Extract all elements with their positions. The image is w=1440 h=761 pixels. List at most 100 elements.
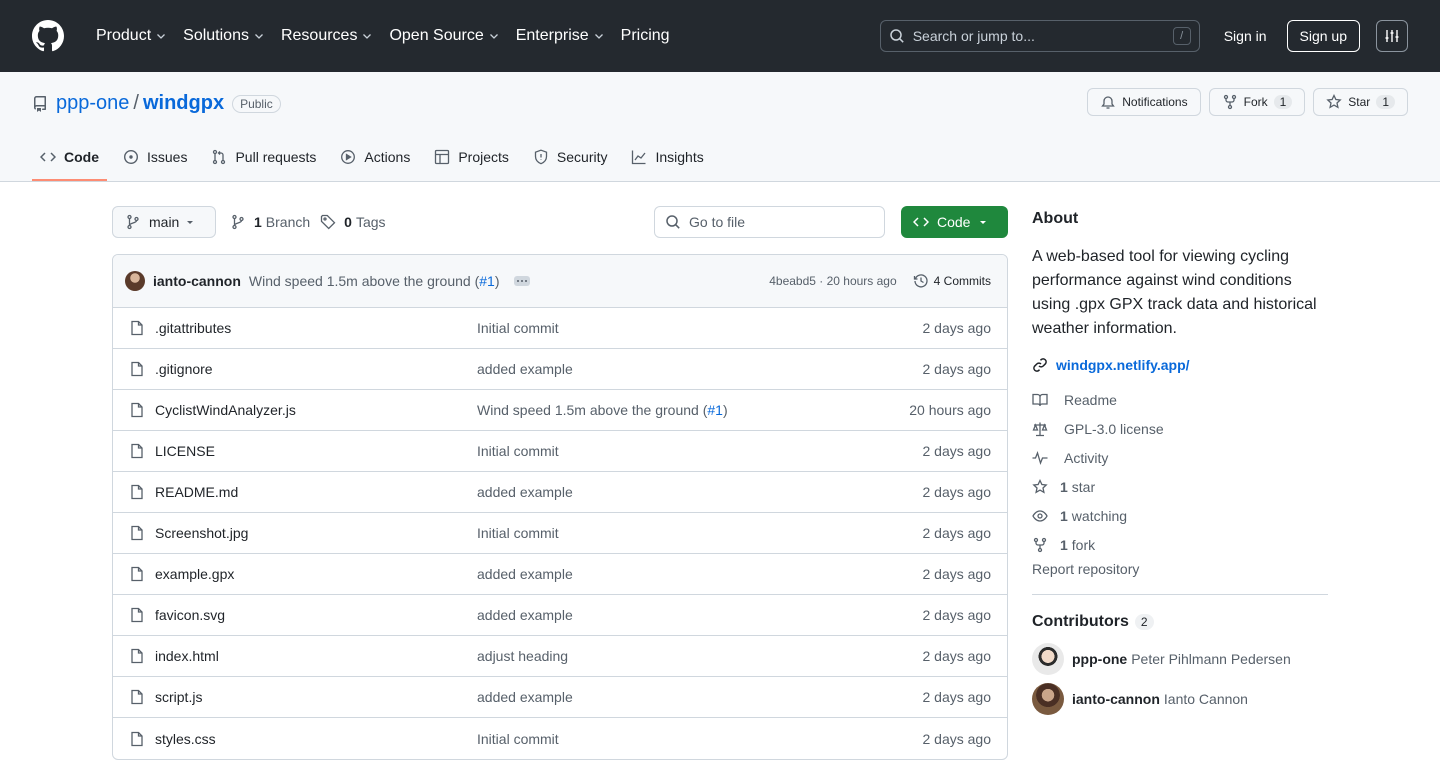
file-name-link[interactable]: example.gpx	[155, 566, 477, 582]
commits-count-label: 4 Commits	[933, 274, 991, 288]
pull-request-icon	[213, 149, 226, 165]
table-row: index.html adjust heading 2 days ago	[113, 636, 1007, 677]
sign-up-button[interactable]: Sign up	[1286, 20, 1360, 52]
report-repository-link[interactable]: Report repository	[1032, 561, 1328, 577]
repo-owner-link[interactable]: ppp-one	[56, 92, 129, 115]
file-name-link[interactable]: Screenshot.jpg	[155, 525, 477, 541]
file-commit-message[interactable]: added example	[477, 607, 923, 623]
nav-label: Product	[96, 27, 152, 44]
file-icon	[131, 484, 143, 500]
file-commit-message[interactable]: added example	[477, 484, 923, 500]
file-commit-message[interactable]: added example	[477, 689, 923, 705]
file-commit-text: added example	[477, 566, 573, 582]
file-commit-text: added example	[477, 361, 573, 377]
tab-insights[interactable]: Insights	[623, 135, 711, 181]
repo-name-link[interactable]: windgpx	[143, 92, 224, 115]
file-name-link[interactable]: README.md	[155, 484, 477, 500]
avatar[interactable]	[1032, 643, 1064, 675]
settings-menu-button[interactable]	[1376, 20, 1408, 52]
issue-icon	[123, 149, 139, 165]
repo-meta-list: Readme GPL-3.0 license Activity 1 star 1w…	[1032, 385, 1328, 559]
file-name-link[interactable]: .gitignore	[155, 361, 477, 377]
commit-message[interactable]: Wind speed 1.5m above the ground (#1)	[249, 273, 500, 289]
table-row: README.md added example 2 days ago	[113, 472, 1007, 513]
nav-resources[interactable]: Resources	[273, 20, 381, 52]
fork-button[interactable]: Fork 1	[1208, 88, 1306, 116]
star-button[interactable]: Star 1	[1313, 88, 1408, 116]
stars-link[interactable]: 1 star	[1032, 472, 1328, 501]
file-commit-text: adjust heading	[477, 648, 569, 664]
branches-link[interactable]: 1 Branch	[230, 214, 310, 230]
tab-label: Actions	[364, 149, 411, 165]
go-to-file-input[interactable]: Go to file	[654, 206, 885, 238]
file-icon	[131, 443, 143, 459]
tab-projects[interactable]: Projects	[426, 135, 517, 181]
nav-open-source[interactable]: Open Source	[381, 20, 507, 52]
file-commit-message[interactable]: adjust heading	[477, 648, 923, 664]
commit-hash-time[interactable]: 4beabd5 · 20 hours ago	[769, 274, 896, 288]
license-link[interactable]: GPL-3.0 license	[1032, 414, 1328, 443]
file-name-link[interactable]: styles.css	[155, 731, 477, 747]
forks-link[interactable]: 1 fork	[1032, 530, 1328, 559]
file-name-link[interactable]: script.js	[155, 689, 477, 705]
tab-label: Pull requests	[235, 149, 317, 165]
contributor-item[interactable]: ianto-cannon Ianto Cannon	[1032, 683, 1328, 715]
file-table: ianto-cannon Wind speed 1.5m above the g…	[112, 254, 1008, 760]
file-commit-message[interactable]: Initial commit	[477, 443, 923, 459]
file-commit-message[interactable]: Initial commit	[477, 320, 923, 336]
file-commit-message[interactable]: added example	[477, 566, 923, 582]
tab-actions[interactable]: Actions	[332, 135, 418, 181]
readme-link[interactable]: Readme	[1032, 385, 1328, 414]
nav-product[interactable]: Product	[88, 20, 175, 52]
meta-count: 1	[1060, 536, 1068, 553]
global-search-input[interactable]: Search or jump to... /	[879, 20, 1200, 52]
tab-issues[interactable]: Issues	[115, 135, 195, 181]
tab-pull-requests[interactable]: Pull requests	[203, 135, 324, 181]
avatar[interactable]	[1032, 683, 1064, 715]
table-icon	[435, 149, 450, 165]
nav-enterprise[interactable]: Enterprise	[508, 20, 613, 52]
website-link[interactable]: windgpx.netlify.app/	[1032, 357, 1328, 373]
file-commit-message[interactable]: Wind speed 1.5m above the ground (#1)	[477, 402, 909, 418]
file-commit-message[interactable]: Initial commit	[477, 731, 923, 747]
commit-author-link[interactable]: ianto-cannon	[153, 273, 241, 289]
file-commit-text: added example	[477, 607, 573, 623]
sign-in-link[interactable]: Sign in	[1224, 28, 1267, 44]
branch-selector[interactable]: main	[112, 206, 216, 238]
commit-history-link[interactable]: 4 Commits	[913, 273, 991, 289]
fork-icon	[1033, 537, 1047, 552]
contributor-login[interactable]: ppp-one	[1072, 651, 1127, 667]
expand-commit-button[interactable]	[513, 276, 530, 286]
tags-link[interactable]: 0 Tags	[320, 214, 386, 230]
tab-security[interactable]: Security	[525, 135, 616, 181]
pr-link[interactable]: #1	[707, 402, 723, 418]
file-name-link[interactable]: LICENSE	[155, 443, 477, 459]
tab-code[interactable]: Code	[32, 135, 107, 181]
book-icon	[1032, 393, 1048, 406]
file-commit-message[interactable]: added example	[477, 361, 923, 377]
file-name-link[interactable]: CyclistWindAnalyzer.js	[155, 402, 477, 418]
contributor-item[interactable]: ppp-one Peter Pihlmann Pedersen	[1032, 643, 1328, 675]
about-description: A web-based tool for viewing cycling per…	[1032, 248, 1317, 337]
contributor-login[interactable]: ianto-cannon	[1072, 691, 1160, 707]
file-name-link[interactable]: favicon.svg	[155, 607, 477, 623]
avatar[interactable]	[125, 271, 145, 291]
pr-link[interactable]: #1	[479, 273, 495, 289]
nav-solutions[interactable]: Solutions	[175, 20, 273, 52]
global-header: Product Solutions Resources Open Source …	[0, 0, 1440, 72]
github-logo-icon[interactable]	[32, 20, 64, 52]
file-name-link[interactable]: index.html	[155, 648, 477, 664]
notifications-button[interactable]: Notifications	[1087, 88, 1201, 116]
file-age: 2 days ago	[922, 607, 992, 623]
activity-link[interactable]: Activity	[1032, 443, 1328, 472]
code-dropdown-button[interactable]: Code	[901, 206, 1008, 238]
contributors-heading[interactable]: Contributors 2	[1032, 613, 1328, 631]
meta-label: Readme	[1064, 391, 1117, 408]
file-commit-message[interactable]: Initial commit	[477, 525, 923, 541]
star-label: Star	[1348, 95, 1371, 109]
table-row: styles.css Initial commit 2 days ago	[113, 718, 1007, 759]
nav-pricing[interactable]: Pricing	[613, 20, 678, 52]
shield-icon	[534, 149, 548, 165]
watchers-link[interactable]: 1 watching	[1032, 501, 1328, 530]
file-name-link[interactable]: .gitattributes	[155, 320, 477, 336]
